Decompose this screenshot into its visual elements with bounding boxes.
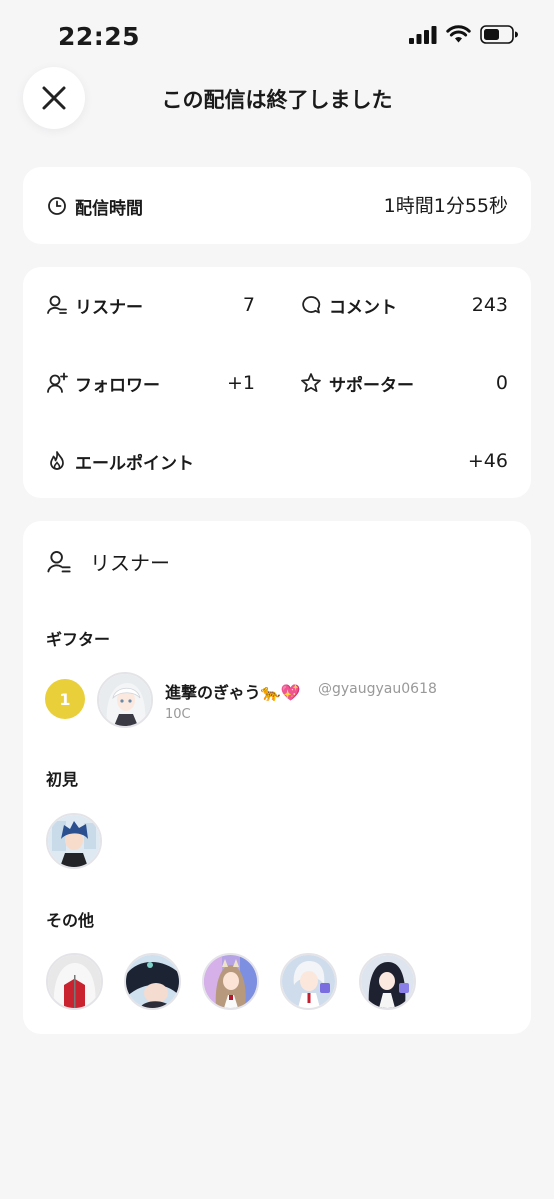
clock-icon	[46, 195, 68, 217]
listeners-stat: リスナー	[46, 293, 143, 318]
comments-stat: コメント	[300, 293, 397, 318]
flame-icon	[46, 450, 68, 472]
followers-value: +1	[226, 372, 255, 394]
yell-points-value: +46	[467, 450, 508, 472]
battery-icon	[480, 25, 518, 44]
others-heading: その他	[46, 911, 95, 930]
cellular-signal-icon	[409, 25, 437, 44]
listener-icon	[46, 294, 68, 316]
supporters-label: サポーター	[329, 375, 414, 396]
status-bar: 22:25	[0, 0, 554, 70]
other-listener-avatar-1[interactable]	[46, 953, 103, 1010]
first-time-listener-avatar[interactable]	[46, 813, 102, 869]
wifi-icon	[446, 25, 471, 43]
stats-card: リスナー 7 コメント 243 フォロワー +1 サポーター 0 エールポイント…	[23, 267, 531, 498]
gifter-rank-badge: 1	[45, 679, 85, 719]
yell-points-label: エールポイント	[75, 453, 194, 474]
listeners-value: 7	[242, 294, 255, 316]
listeners-section-title: リスナー	[90, 551, 170, 575]
comment-icon	[300, 294, 322, 316]
first-time-heading: 初見	[46, 770, 79, 789]
listeners-section-header: リスナー	[46, 547, 170, 576]
gifter-handle: @gyaugyau0618	[318, 681, 437, 697]
gifter-name[interactable]: 進撃のぎゃう🐆💖	[165, 679, 301, 703]
gifter-avatar[interactable]	[97, 672, 153, 728]
other-listener-avatar-5[interactable]	[359, 953, 416, 1010]
supporters-stat: サポーター	[300, 371, 414, 396]
comments-value: 243	[471, 294, 508, 316]
comments-label: コメント	[329, 297, 397, 318]
star-icon	[300, 372, 322, 394]
gifter-coins: 10C	[165, 707, 191, 722]
supporters-value: 0	[495, 372, 508, 394]
followers-stat: フォロワー	[46, 371, 160, 396]
listener-icon	[46, 549, 72, 575]
gifter-heading: ギフター	[46, 630, 111, 649]
status-time: 22:25	[58, 22, 141, 51]
followers-label: フォロワー	[75, 375, 160, 396]
page-title: この配信は終了しました	[161, 88, 393, 112]
other-listener-avatar-3[interactable]	[202, 953, 259, 1010]
status-icons	[409, 25, 518, 44]
other-listener-avatar-4[interactable]	[280, 953, 337, 1010]
duration-label-text: 配信時間	[75, 198, 143, 219]
yell-points-stat: エールポイント	[46, 449, 194, 474]
listeners-card: リスナー ギフター 1 進撃のぎゃう🐆💖 @gyaugyau0618 10C 初…	[23, 521, 531, 1034]
listeners-label: リスナー	[75, 297, 143, 318]
duration-value: 1時間1分55秒	[383, 195, 508, 217]
add-follower-icon	[46, 372, 68, 394]
duration-card: 配信時間 1時間1分55秒	[23, 167, 531, 244]
duration-label: 配信時間	[46, 194, 143, 219]
other-listener-avatar-2[interactable]	[124, 953, 181, 1010]
